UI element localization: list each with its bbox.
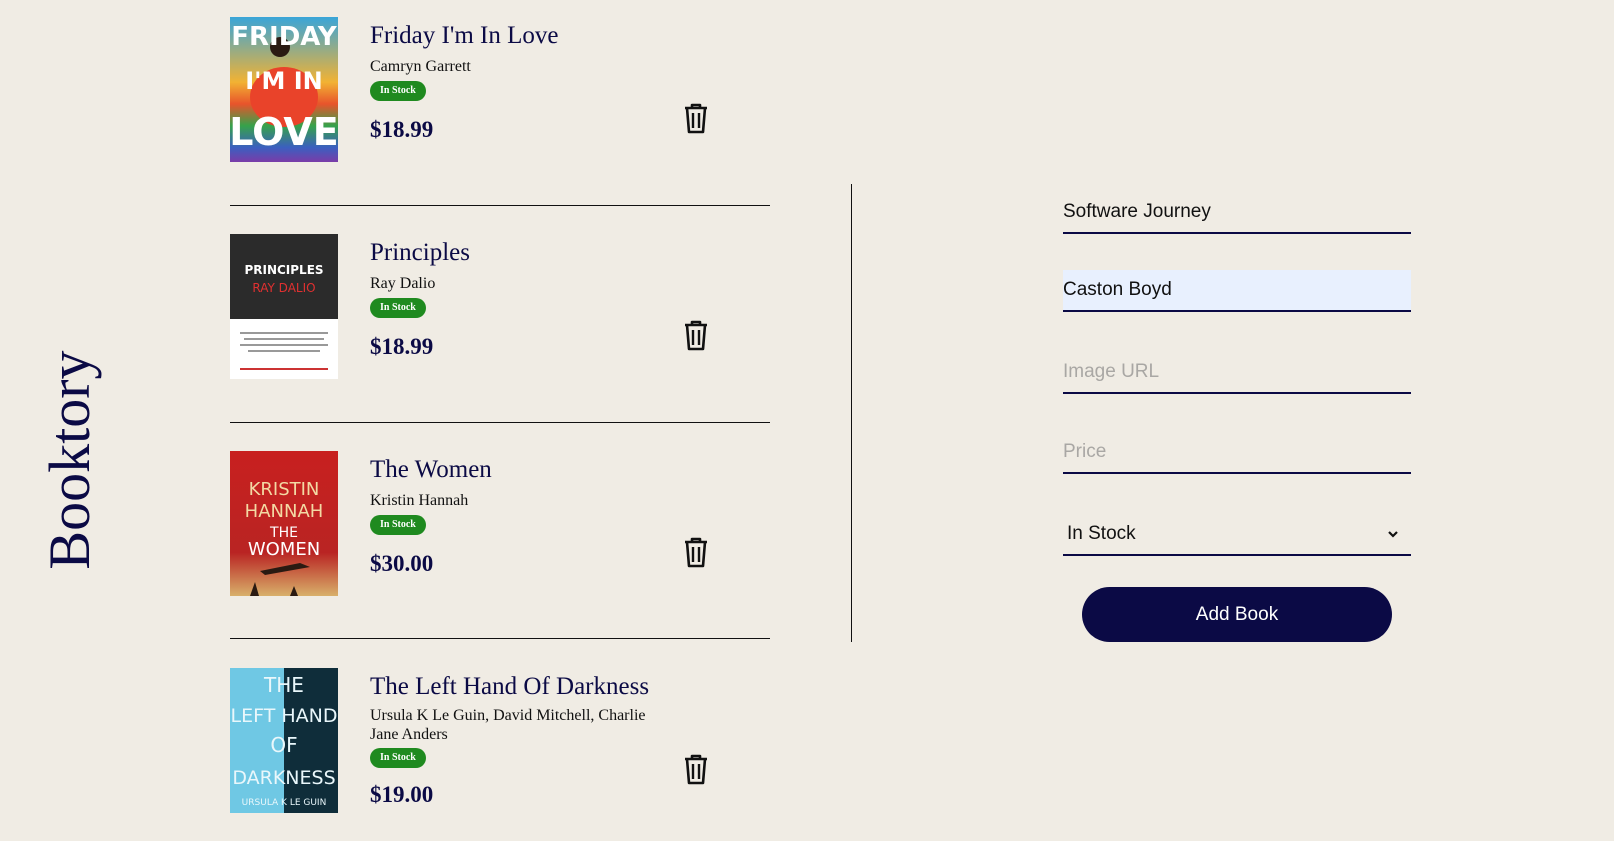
stock-badge: In Stock xyxy=(370,81,426,101)
book-cover: KRISTIN HANNAH THE WOMEN xyxy=(230,451,338,596)
book-cover: FRIDAY I'M IN LOVE xyxy=(230,17,338,162)
book-title: Principles xyxy=(370,239,470,266)
cover-text: HANNAH xyxy=(245,501,324,522)
book-item: THE LEFT HAND OF DARKNESS URSULA K LE GU… xyxy=(230,668,770,813)
cover-text: DARKNESS xyxy=(232,767,335,789)
price-input[interactable] xyxy=(1063,432,1411,474)
cover-text: LEFT HAND xyxy=(231,705,338,727)
author-input[interactable] xyxy=(1063,270,1411,312)
book-author: Ursula K Le Guin, David Mitchell, Charli… xyxy=(370,707,646,743)
title-input[interactable] xyxy=(1063,192,1411,234)
book-author: Ray Dalio xyxy=(370,275,436,292)
cover-text: LOVE xyxy=(230,110,338,154)
cover-text: THE xyxy=(263,673,304,697)
stock-select[interactable]: In Stock xyxy=(1063,514,1411,556)
image-url-input[interactable] xyxy=(1063,352,1411,394)
brand-logo: Booktory xyxy=(35,340,105,580)
book-item: KRISTIN HANNAH THE WOMEN The Women Krist… xyxy=(230,451,770,596)
trash-icon[interactable] xyxy=(682,319,710,351)
add-book-button[interactable]: Add Book xyxy=(1082,587,1392,642)
book-price: $19.00 xyxy=(370,782,434,807)
cover-text: RAY DALIO xyxy=(252,281,315,295)
book-cover: THE LEFT HAND OF DARKNESS URSULA K LE GU… xyxy=(230,668,338,813)
cover-text: KRISTIN xyxy=(249,479,320,500)
book-title: The Women xyxy=(370,456,492,483)
trash-icon[interactable] xyxy=(682,536,710,568)
stock-badge: In Stock xyxy=(370,748,426,768)
book-cover: PRINCIPLES RAY DALIO xyxy=(230,234,338,379)
brand-name: Booktory xyxy=(37,350,102,570)
trash-icon[interactable] xyxy=(682,753,710,785)
cover-text: WOMEN xyxy=(248,539,320,560)
book-price: $18.99 xyxy=(370,117,434,142)
stock-badge: In Stock xyxy=(370,515,426,535)
vertical-divider xyxy=(851,184,852,642)
cover-text: OF xyxy=(270,733,297,757)
book-title: The Left Hand Of Darkness xyxy=(370,673,650,700)
divider xyxy=(230,638,770,639)
book-title: Friday I'm In Love xyxy=(370,22,559,49)
cover-text: FRIDAY xyxy=(231,22,338,52)
cover-text: PRINCIPLES xyxy=(244,263,323,277)
stock-badge: In Stock xyxy=(370,298,426,318)
divider xyxy=(230,205,770,206)
book-author: Camryn Garrett xyxy=(370,58,471,75)
book-item: PRINCIPLES RAY DALIO Principles Ray Dali… xyxy=(230,234,770,379)
trash-icon[interactable] xyxy=(682,102,710,134)
stock-select-value: In Stock xyxy=(1067,523,1136,544)
divider xyxy=(230,422,770,423)
book-price: $18.99 xyxy=(370,334,434,359)
book-item: FRIDAY I'M IN LOVE Friday I'm In Love Ca… xyxy=(230,17,770,162)
book-price: $30.00 xyxy=(370,551,434,576)
chevron-down-icon xyxy=(1388,531,1398,538)
cover-text: URSULA K LE GUIN xyxy=(242,798,327,808)
cover-text: I'M IN xyxy=(245,67,323,95)
book-author: Kristin Hannah xyxy=(370,492,469,509)
